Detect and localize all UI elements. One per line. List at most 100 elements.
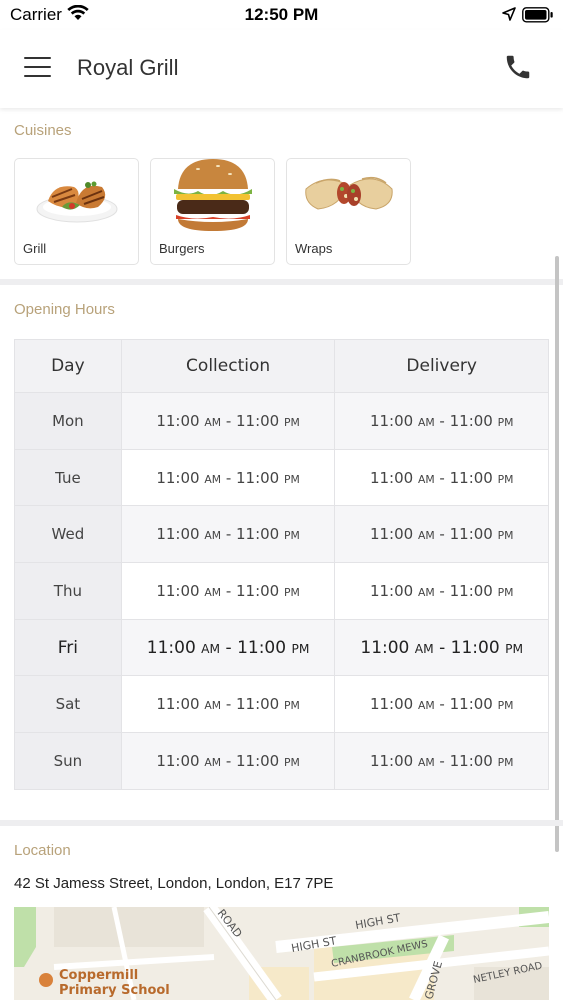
page-title: Royal Grill <box>77 55 179 80</box>
cuisine-card-wraps[interactable]: Wraps <box>286 158 411 265</box>
delivery-hours-cell: 11:00 AM - 11:00 PM <box>334 618 549 677</box>
open-time: 11:00 <box>156 525 200 544</box>
table-row: Tue 11:00 AM - 11:00 PM 11:00 AM - 11:00… <box>14 448 549 507</box>
open-time: 11:00 <box>156 581 200 600</box>
close-period: PM <box>497 699 514 713</box>
open-period: AM <box>417 472 435 486</box>
close-time: 11:00 <box>449 581 493 600</box>
open-time: 11:00 <box>369 581 414 600</box>
day-cell: Sun <box>14 732 122 790</box>
cuisine-label-grill: Grill <box>23 241 47 256</box>
close-period: PM <box>497 472 514 486</box>
app-header: Royal Grill <box>0 30 563 108</box>
cuisine-card-grill[interactable]: Grill <box>14 158 139 265</box>
open-period: AM <box>204 755 222 769</box>
section-divider <box>0 820 563 826</box>
delivery-hours-cell: 11:00 AM - 11:00 PM <box>334 562 549 620</box>
day-cell: Thu <box>14 562 122 620</box>
delivery-hours-cell: 11:00 AM - 11:00 PM <box>334 675 549 734</box>
open-time: 11:00 <box>156 468 200 487</box>
open-time: 11:00 <box>156 695 200 714</box>
column-header-collection: Collection <box>120 339 336 393</box>
close-time: 11:00 <box>449 411 493 430</box>
cuisine-card-burgers[interactable]: Burgers <box>150 158 275 265</box>
opening-hours-heading: Opening Hours <box>14 301 115 318</box>
wraps-image <box>305 176 393 210</box>
open-time: 11:00 <box>156 411 200 430</box>
table-row: Wed 11:00 AM - 11:00 PM 11:00 AM - 11:00… <box>14 505 549 564</box>
opening-hours-table: Day Collection Delivery Mon 11:00 AM - 1… <box>14 339 549 790</box>
close-period: PM <box>284 755 300 769</box>
school-pin-icon <box>39 973 53 987</box>
close-period: PM <box>497 529 514 543</box>
close-period: PM <box>284 585 300 599</box>
day-cell: Tue <box>14 448 122 507</box>
open-period: AM <box>204 529 222 543</box>
close-time: 11:00 <box>237 637 287 658</box>
day-cell: Wed <box>14 505 122 564</box>
close-time: 11:00 <box>449 751 493 770</box>
collection-hours-cell: 11:00 AM - 11:00 PM <box>120 675 336 734</box>
phone-icon[interactable] <box>503 52 533 87</box>
open-time: 11:00 <box>156 751 200 770</box>
table-row: Thu 11:00 AM - 11:00 PM 11:00 AM - 11:00… <box>14 562 549 620</box>
cuisine-label-wraps: Wraps <box>295 241 333 256</box>
close-time: 11:00 <box>450 637 500 658</box>
location-arrow-icon <box>502 7 516 26</box>
burger-image <box>174 159 252 231</box>
hamburger-menu-icon[interactable] <box>24 55 52 79</box>
delivery-hours-cell: 11:00 AM - 11:00 PM <box>334 448 549 507</box>
open-period: AM <box>417 699 435 713</box>
address-text: 42 St Jamess Street, London, London, E17… <box>14 875 334 892</box>
day-cell: Mon <box>14 392 122 450</box>
delivery-hours-cell: 11:00 AM - 11:00 PM <box>334 732 549 790</box>
open-time: 11:00 <box>360 637 410 658</box>
status-bar: Carrier 12:50 PM <box>0 0 563 30</box>
close-period: PM <box>497 415 514 429</box>
open-time: 11:00 <box>369 751 414 770</box>
close-period: PM <box>284 529 300 543</box>
cuisine-label-burgers: Burgers <box>159 241 205 256</box>
open-period: AM <box>417 415 435 429</box>
table-row-today: Fri 11:00 AM - 11:00 PM 11:00 AM - 11:00… <box>14 618 549 677</box>
table-row: Sat 11:00 AM - 11:00 PM 11:00 AM - 11:00… <box>14 675 549 734</box>
close-period: PM <box>497 585 514 599</box>
open-time: 11:00 <box>369 411 414 430</box>
open-period: AM <box>204 472 222 486</box>
vertical-scrollbar[interactable] <box>555 256 559 852</box>
open-period: AM <box>204 415 222 429</box>
close-time: 11:00 <box>236 411 280 430</box>
open-period: AM <box>204 699 222 713</box>
delivery-hours-cell: 11:00 AM - 11:00 PM <box>334 392 549 450</box>
close-time: 11:00 <box>236 468 280 487</box>
open-time: 11:00 <box>146 637 196 658</box>
collection-hours-cell: 11:00 AM - 11:00 PM <box>120 505 336 564</box>
close-time: 11:00 <box>236 695 280 714</box>
open-time: 11:00 <box>369 525 414 544</box>
location-map[interactable]: ROAD HIGH ST HIGH ST CRANBROOK MEWS NETL… <box>14 907 549 1000</box>
day-cell: Fri <box>14 618 122 677</box>
day-cell: Sat <box>14 675 122 734</box>
close-period: PM <box>284 415 300 429</box>
open-period: AM <box>417 529 435 543</box>
close-time: 11:00 <box>449 695 493 714</box>
collection-hours-cell: 11:00 AM - 11:00 PM <box>120 448 336 507</box>
grilled-chicken-image <box>36 181 118 223</box>
open-time: 11:00 <box>369 695 414 714</box>
collection-hours-cell: 11:00 AM - 11:00 PM <box>120 618 336 677</box>
open-period: AM <box>204 585 222 599</box>
close-period: PM <box>284 699 300 713</box>
close-period: PM <box>497 755 514 769</box>
close-period: PM <box>291 641 310 656</box>
collection-hours-cell: 11:00 AM - 11:00 PM <box>120 392 336 450</box>
close-time: 11:00 <box>236 581 280 600</box>
column-header-day: Day <box>14 339 122 393</box>
open-period: AM <box>414 641 434 656</box>
cuisines-heading: Cuisines <box>14 122 72 139</box>
close-period: PM <box>284 472 300 486</box>
open-time: 11:00 <box>369 468 414 487</box>
close-period: PM <box>505 641 524 656</box>
section-divider <box>0 279 563 285</box>
table-row: Sun 11:00 AM - 11:00 PM 11:00 AM - 11:00… <box>14 732 549 790</box>
close-time: 11:00 <box>236 525 280 544</box>
